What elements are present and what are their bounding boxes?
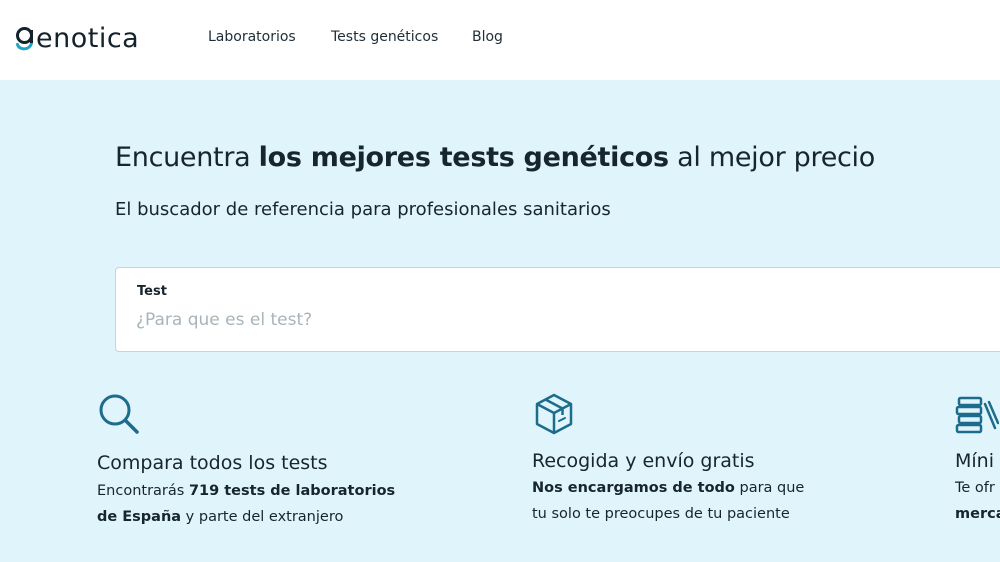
- box-icon: [532, 392, 576, 436]
- nav-link-tests-geneticos[interactable]: Tests genéticos: [331, 29, 438, 45]
- feature-compare: Compara todos los tests Encontrarás 719 …: [97, 392, 395, 525]
- desc-bold: Nos encargamos de todo: [532, 480, 735, 496]
- desc-text: tu solo te preocupes de tu paciente: [532, 506, 790, 522]
- desc-bold: merca: [955, 506, 1000, 522]
- desc-text: y parte del extranjero: [181, 509, 344, 525]
- hero-headline: Encuentra los mejores tests genéticos al…: [115, 142, 875, 173]
- logo-text: enotica: [36, 22, 140, 54]
- desc-text: Te ofr: [955, 480, 995, 496]
- page: enotica Laboratorios Tests genéticos Blo…: [0, 0, 1000, 562]
- test-search-input[interactable]: [136, 306, 896, 334]
- feature-title: Míni: [955, 450, 994, 472]
- desc-text: para que: [734, 480, 805, 496]
- desc-bold: 719 tests de laboratorios: [188, 483, 396, 499]
- feature-description: Te ofr merca: [955, 475, 1000, 527]
- logo-g-mark: [15, 21, 35, 55]
- feature-shipping: Recogida y envío gratis Nos encargamos d…: [532, 392, 804, 522]
- feature-title: Compara todos los tests: [97, 452, 328, 474]
- search-label: Test: [137, 284, 167, 299]
- genotica-logo[interactable]: enotica: [15, 18, 139, 58]
- feature-minimum: Míni Te ofr merca: [955, 392, 1000, 522]
- magnifier-icon: [97, 392, 141, 436]
- headline-pre: Encuentra: [115, 142, 259, 173]
- nav-link-blog[interactable]: Blog: [472, 29, 503, 45]
- headline-bold: los mejores tests genéticos: [258, 142, 669, 173]
- feature-title: Recogida y envío gratis: [532, 450, 755, 472]
- feature-description: Nos encargamos de todo para que tu solo t…: [532, 475, 804, 527]
- headline-post: al mejor precio: [668, 142, 875, 173]
- desc-text: Encontrarás: [97, 483, 189, 499]
- top-navigation-bar: enotica Laboratorios Tests genéticos Blo…: [0, 0, 1000, 80]
- books-icon: [955, 392, 1000, 436]
- hero-section: Encuentra los mejores tests genéticos al…: [0, 80, 1000, 562]
- desc-bold: de España: [97, 509, 182, 525]
- hero-subheadline: El buscador de referencia para profesion…: [115, 199, 611, 220]
- nav-link-laboratorios[interactable]: Laboratorios: [208, 29, 296, 45]
- feature-description: Encontrarás 719 tests de laboratorios de …: [97, 478, 395, 530]
- test-search-box[interactable]: Test: [115, 267, 1000, 352]
